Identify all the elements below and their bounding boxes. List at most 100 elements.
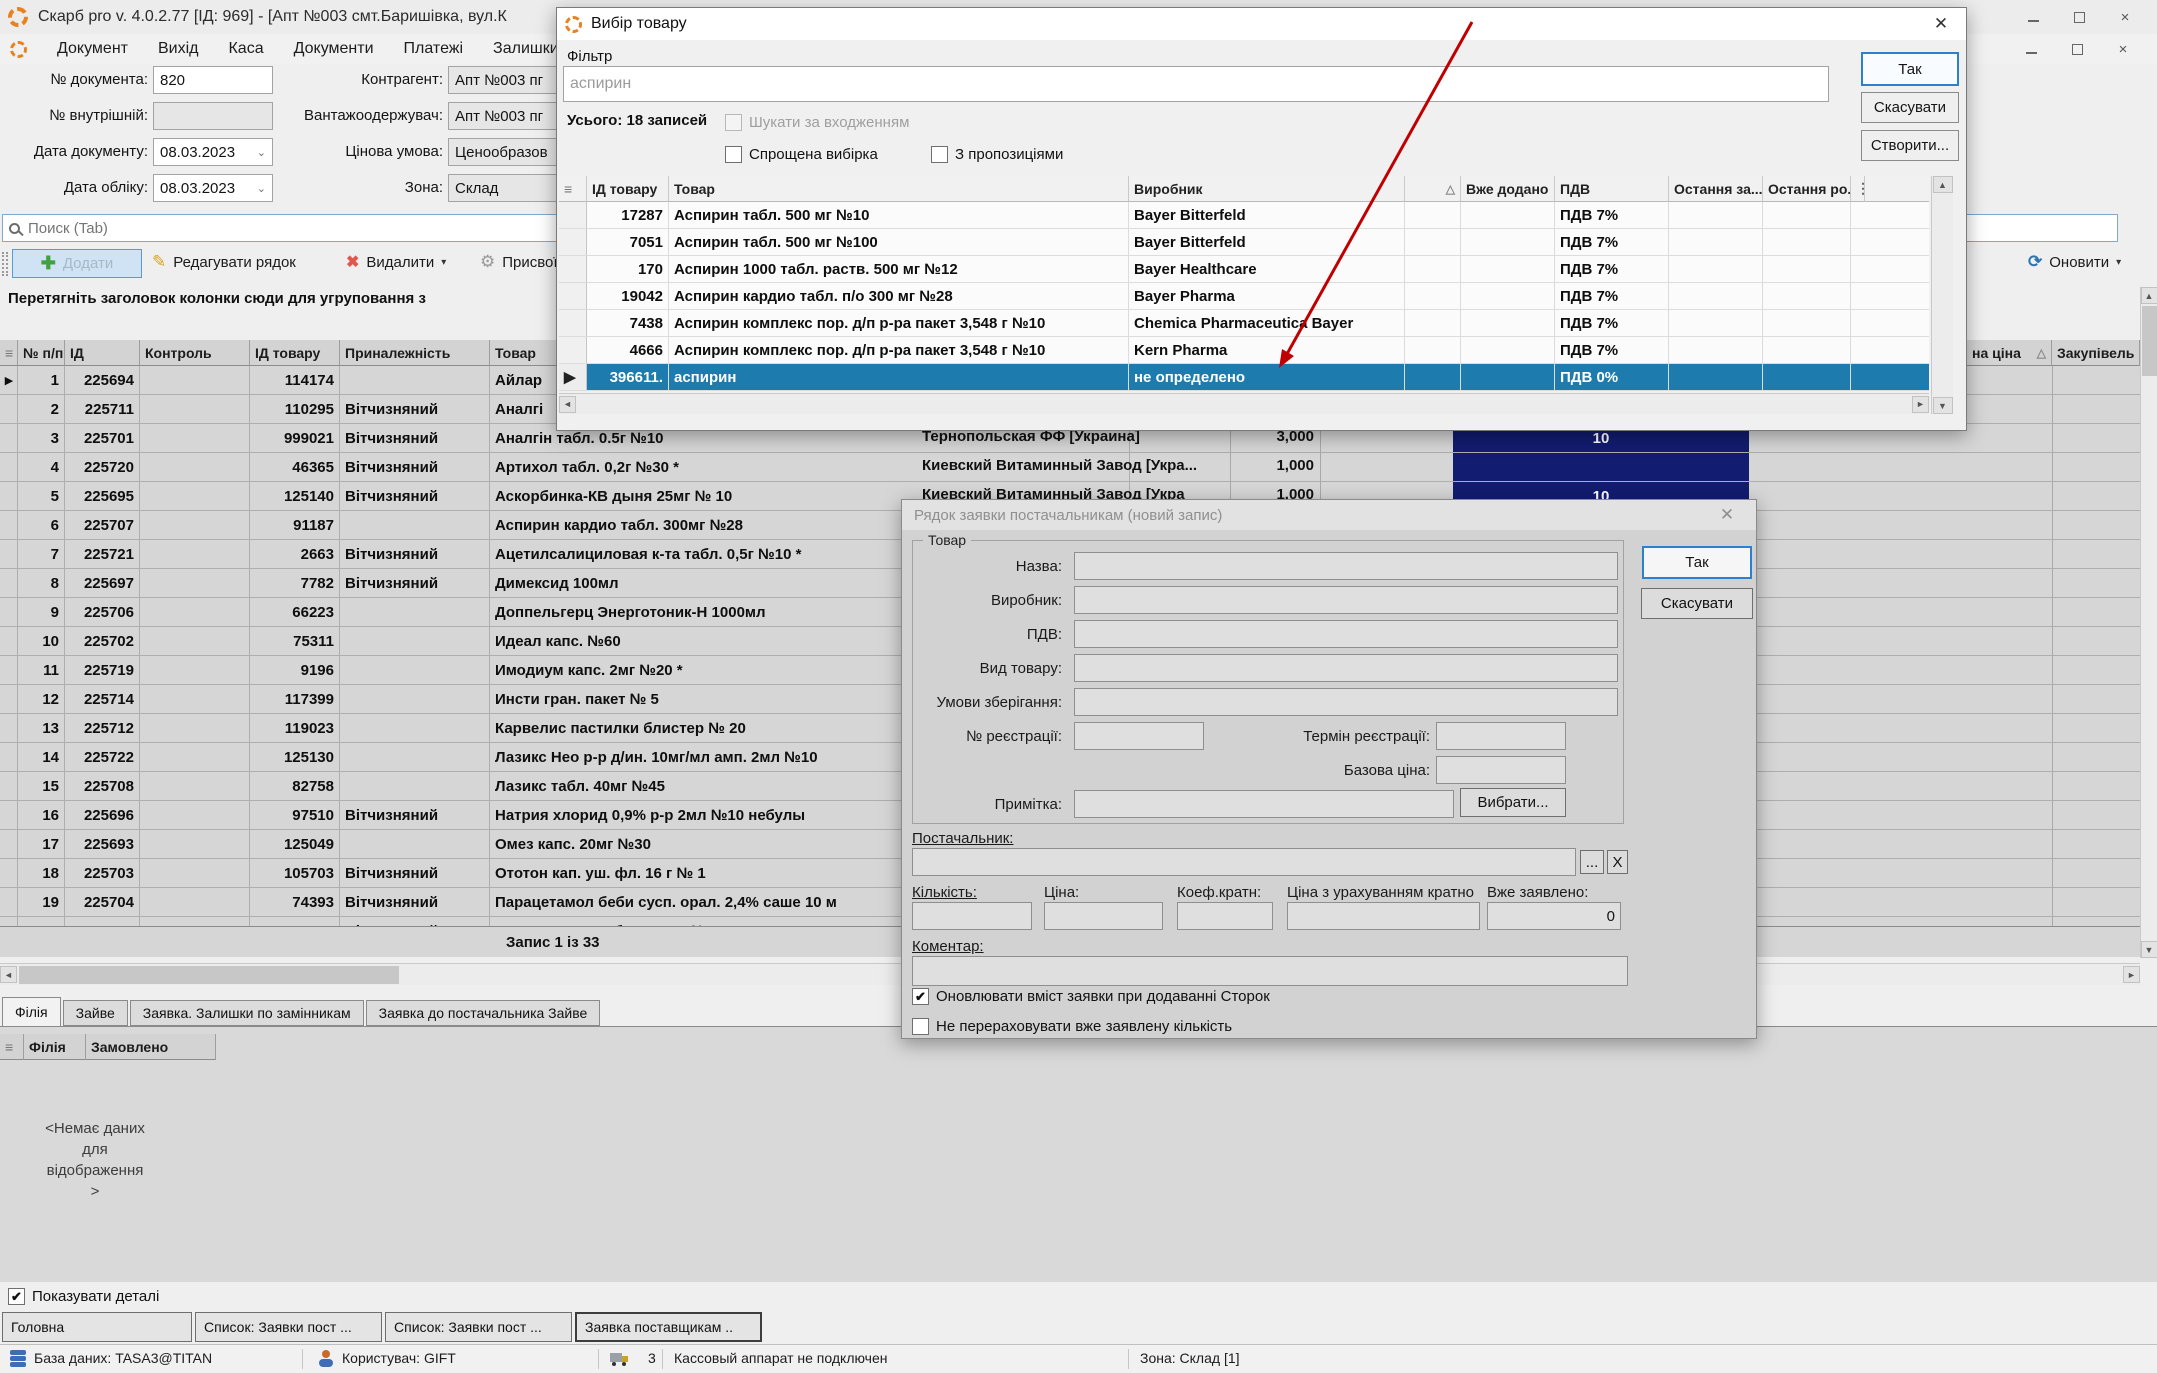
coef-field[interactable]: [1177, 902, 1273, 930]
search-entry-checkbox[interactable]: Шукати за входженням: [725, 114, 909, 131]
child-close-icon[interactable]: ×: [2113, 41, 2133, 58]
close-icon[interactable]: ✕: [1710, 505, 1744, 525]
scrollbar-thumb[interactable]: [19, 966, 399, 984]
view-button-main[interactable]: Головна: [2, 1312, 192, 1342]
customize-icon[interactable]: ⋮: [1851, 176, 1865, 202]
column-header-zamovleno[interactable]: Замовлено: [86, 1034, 216, 1060]
comment-field[interactable]: [912, 956, 1628, 986]
simple-select-checkbox[interactable]: Спрощена вибірка: [725, 146, 878, 163]
column-header-id[interactable]: ІД: [65, 340, 140, 366]
base-price-field[interactable]: [1436, 756, 1566, 784]
column-header-purchase[interactable]: Закупівель: [2052, 340, 2140, 366]
product-row[interactable]: 4666 Аспирин комплекс пор. д/п р-ра паке…: [559, 337, 1929, 364]
checkbox-icon[interactable]: [912, 1018, 929, 1035]
column-header-filia[interactable]: Філія: [24, 1034, 86, 1060]
column-header-id[interactable]: ІД товару: [587, 176, 669, 202]
scroll-right-icon[interactable]: ►: [2123, 966, 2140, 983]
view-button-list2[interactable]: Список: Заявки пост ...: [385, 1312, 572, 1342]
column-header-tovar-id[interactable]: ІД товару: [250, 340, 340, 366]
doc-number-field[interactable]: 820: [153, 66, 273, 94]
product-row[interactable]: 7438 Аспирин комплекс пор. д/п р-ра паке…: [559, 310, 1929, 337]
doc-date-combo[interactable]: 08.03.2023⌄: [153, 138, 273, 166]
scroll-left-icon[interactable]: ◄: [559, 396, 576, 413]
edit-row-button[interactable]: ✎Редагувати рядок: [152, 252, 296, 272]
child-restore-icon[interactable]: [2067, 41, 2087, 58]
supplier-clear-button[interactable]: X: [1607, 850, 1628, 874]
column-header-name[interactable]: Товар: [669, 176, 1129, 202]
column-header-npp[interactable]: № п/п: [18, 340, 65, 366]
tab-zaive[interactable]: Зайве: [63, 1000, 128, 1026]
tab-postachalnyk[interactable]: Заявка до постачальника Зайве: [366, 1000, 601, 1026]
supplier-field[interactable]: [912, 848, 1576, 876]
kind-field[interactable]: [1074, 654, 1618, 682]
column-header-last2[interactable]: Остання ро...: [1763, 176, 1851, 202]
note-field[interactable]: [1074, 790, 1454, 818]
view-button-request[interactable]: Заявка поставщикам ..: [575, 1312, 762, 1342]
column-header-control[interactable]: Контроль: [140, 340, 250, 366]
menu-exit[interactable]: Вихід: [158, 40, 199, 58]
price-mult-field[interactable]: [1287, 902, 1480, 930]
update-content-checkbox[interactable]: Оновлювати вміст заявки при додаванні Ст…: [912, 988, 1270, 1005]
column-header-prynal[interactable]: Приналежність: [340, 340, 490, 366]
tab-filia[interactable]: Філія: [2, 997, 61, 1026]
minimize-icon[interactable]: [2023, 9, 2043, 26]
view-button-list1[interactable]: Список: Заявки пост ...: [195, 1312, 382, 1342]
product-row[interactable]: 19042 Аспирин кардио табл. п/о 300 мг №2…: [559, 283, 1929, 310]
with-offers-checkbox[interactable]: З пропозиціями: [931, 146, 1063, 163]
cancel-button[interactable]: Скасувати: [1861, 92, 1959, 123]
add-button[interactable]: ✚Додати: [12, 249, 142, 278]
column-header-maker[interactable]: Виробник: [1129, 176, 1405, 202]
delete-button[interactable]: ✖Видалити▾: [346, 252, 446, 272]
column-header-vat[interactable]: ПДВ: [1555, 176, 1669, 202]
scroll-up-icon[interactable]: ▲: [1933, 176, 1953, 193]
qty-field[interactable]: [912, 902, 1032, 930]
checkbox-icon[interactable]: [931, 146, 948, 163]
acc-date-combo[interactable]: 08.03.2023⌄: [153, 174, 273, 202]
checkbox-checked-icon[interactable]: [912, 988, 929, 1005]
menu-document[interactable]: Документ: [57, 40, 128, 58]
checkbox-checked-icon[interactable]: [8, 1288, 25, 1305]
dialog-vertical-scrollbar[interactable]: ▲ ▼: [1931, 176, 1953, 414]
scrollbar-thumb[interactable]: [2142, 306, 2157, 376]
vat-field[interactable]: [1074, 620, 1618, 648]
internal-number-field[interactable]: [153, 102, 273, 130]
maximize-icon[interactable]: [2069, 9, 2089, 26]
cancel-button[interactable]: Скасувати: [1641, 588, 1753, 619]
reg-term-field[interactable]: [1436, 722, 1566, 750]
child-minimize-icon[interactable]: [2021, 41, 2041, 58]
menu-payments[interactable]: Платежі: [404, 40, 464, 58]
product-row[interactable]: 170 Аспирин 1000 табл. раств. 500 мг №12…: [559, 256, 1929, 283]
filter-input[interactable]: [563, 66, 1829, 102]
menu-kasa[interactable]: Каса: [228, 40, 263, 58]
refresh-button[interactable]: ⟳Оновити▾: [2028, 252, 2121, 272]
show-details-checkbox[interactable]: Показувати деталі: [8, 1288, 159, 1305]
vertical-scrollbar[interactable]: ▲ ▼: [2140, 287, 2157, 958]
product-row[interactable]: 17287 Аспирин табл. 500 мг №10 Bayer Bit…: [559, 202, 1929, 229]
price-field[interactable]: [1044, 902, 1163, 930]
reg-number-field[interactable]: [1074, 722, 1204, 750]
toolbar-grip-icon[interactable]: [2, 252, 8, 276]
scroll-left-icon[interactable]: ◄: [0, 966, 17, 983]
scroll-down-icon[interactable]: ▼: [2141, 941, 2157, 958]
checkbox-icon[interactable]: [725, 146, 742, 163]
maker-field[interactable]: [1074, 586, 1618, 614]
storage-field[interactable]: [1074, 688, 1618, 716]
dialog-horizontal-scrollbar[interactable]: ◄ ►: [559, 393, 1929, 414]
supplier-browse-button[interactable]: ...: [1580, 850, 1604, 874]
name-field[interactable]: [1074, 552, 1618, 580]
choose-button[interactable]: Вибрати...: [1460, 788, 1566, 817]
column-header-empty[interactable]: △: [1405, 176, 1461, 202]
tab-zalyshky[interactable]: Заявка. Залишки по замінникам: [130, 1000, 364, 1026]
scroll-down-icon[interactable]: ▼: [1933, 397, 1953, 414]
close-icon[interactable]: ✕: [1924, 14, 1958, 34]
menu-documents[interactable]: Документи: [294, 40, 374, 58]
product-row[interactable]: 7051 Аспирин табл. 500 мг №100 Bayer Bit…: [559, 229, 1929, 256]
scroll-right-icon[interactable]: ►: [1912, 396, 1929, 413]
column-header-added[interactable]: Вже додано: [1461, 176, 1555, 202]
already-field[interactable]: 0: [1487, 902, 1621, 930]
checkbox-icon[interactable]: [725, 114, 742, 131]
create-button[interactable]: Створити...: [1861, 130, 1959, 161]
column-header-last1[interactable]: Остання за...: [1669, 176, 1763, 202]
menu-stock[interactable]: Залишки: [493, 40, 559, 58]
ok-button[interactable]: Так: [1642, 546, 1752, 579]
